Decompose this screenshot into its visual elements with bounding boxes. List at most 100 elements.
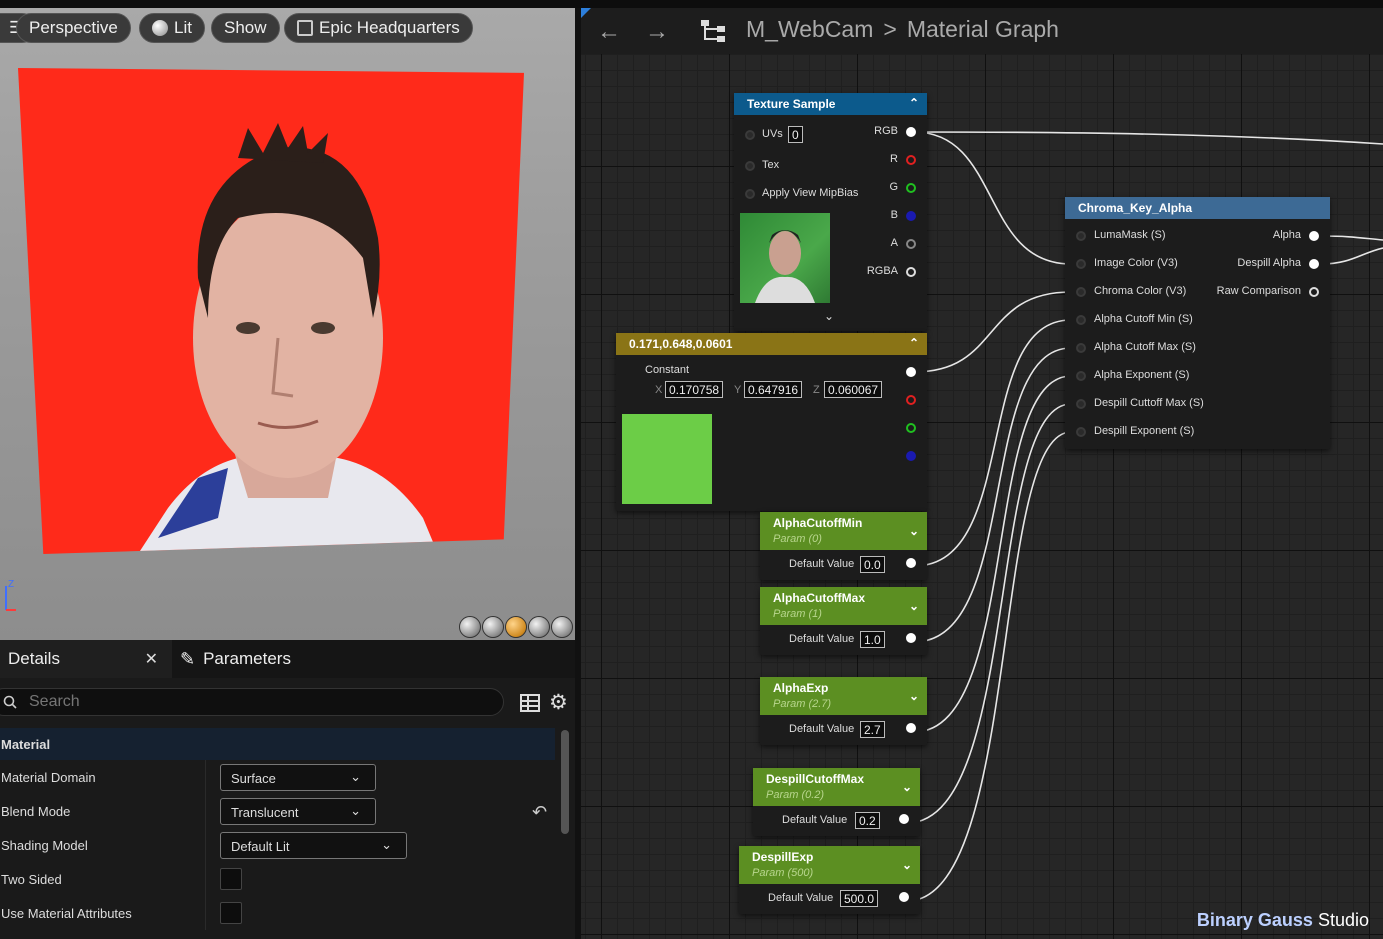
despill-exponent-input-pin[interactable] — [1076, 427, 1086, 437]
param-node-despillcutoffmax[interactable]: DespillCutoffMax Param (0.2) ⌄ Default Val… — [753, 768, 920, 836]
custom-mesh-preview-button[interactable] — [551, 616, 573, 638]
lit-button[interactable]: Lit — [139, 13, 205, 43]
image-color-input-pin[interactable] — [1076, 259, 1086, 269]
param-output-pin[interactable] — [899, 814, 909, 824]
preview-scene-button[interactable]: Epic Headquarters — [284, 13, 473, 43]
use-material-attributes-checkbox[interactable] — [220, 902, 242, 924]
tex-pin[interactable] — [745, 161, 755, 171]
param-output-pin[interactable] — [906, 633, 916, 643]
default-value-field[interactable]: 0.0 — [860, 556, 885, 573]
constant-y-field[interactable]: 0.647916 — [744, 381, 803, 398]
preview-viewport[interactable]: ☰ Perspective Lit Show Epic Headquarters… — [0, 8, 575, 640]
param-node-alphaexp[interactable]: AlphaExp Param (2.7) ⌄ Default Value 2.7 — [760, 677, 927, 745]
chroma-key-alpha-node[interactable]: Chroma_Key_Alpha LumaMask (S) Image Colo… — [1065, 197, 1330, 449]
property-two-sided: Two Sided — [0, 862, 555, 896]
param-output-pin[interactable] — [899, 892, 909, 902]
default-value-field[interactable]: 500.0 — [840, 890, 879, 907]
param-output-pin[interactable] — [906, 558, 916, 568]
r-output-pin[interactable] — [906, 395, 916, 405]
chevron-down-icon[interactable]: ⌄ — [909, 524, 919, 538]
gear-icon[interactable]: ⚙ — [549, 692, 571, 714]
shading-model-dropdown[interactable]: Default Lit ⌄ — [220, 832, 407, 859]
despill-alpha-output-pin[interactable] — [1309, 259, 1319, 269]
chevron-down-icon: ⌄ — [350, 769, 361, 784]
breadcrumb-material[interactable]: M_WebCam — [746, 16, 873, 43]
rgba-output-pin[interactable] — [906, 267, 916, 277]
param-node-despillexp[interactable]: DespillExp Param (500) ⌄ Default Value 500.… — [739, 846, 920, 914]
despill-cutoff-max-input-pin[interactable] — [1076, 399, 1086, 409]
property-shading-model: Shading Model Default Lit ⌄ — [0, 828, 555, 862]
constant-x-field[interactable]: 0.170758 — [665, 381, 724, 398]
plane-preview-button[interactable] — [505, 616, 527, 638]
cylinder-preview-button[interactable] — [459, 616, 481, 638]
constant-output-pin[interactable] — [906, 367, 916, 377]
chevron-down-icon: ⌄ — [350, 803, 361, 818]
rgb-output-pin[interactable] — [906, 127, 916, 137]
chevron-down-icon[interactable]: ⌄ — [909, 689, 919, 703]
sphere-icon — [152, 20, 168, 36]
collapse-icon[interactable]: ⌃ — [909, 336, 919, 350]
b-output-pin[interactable] — [906, 211, 916, 221]
chevron-down-icon[interactable]: ⌄ — [902, 780, 912, 794]
constant-z-field[interactable]: 0.060067 — [824, 381, 883, 398]
details-scrollbar[interactable] — [561, 730, 569, 834]
r-output-pin[interactable] — [906, 155, 916, 165]
back-arrow-icon[interactable]: ← — [597, 18, 621, 46]
color-swatch — [622, 414, 712, 504]
table-view-icon[interactable] — [519, 692, 541, 714]
graph-breadcrumb-bar: ← → M_WebCam > Material Graph — [581, 8, 1383, 54]
texture-preview-thumbnail — [740, 213, 830, 303]
chevron-down-icon[interactable]: ⌄ — [909, 599, 919, 613]
chevron-down-icon[interactable]: ⌄ — [902, 858, 912, 872]
a-output-pin[interactable] — [906, 239, 916, 249]
param-output-pin[interactable] — [906, 723, 916, 733]
forward-arrow-icon[interactable]: → — [645, 18, 669, 46]
chroma-color-input-pin[interactable] — [1076, 287, 1086, 297]
breadcrumb-graph[interactable]: Material Graph — [907, 16, 1059, 43]
perspective-button[interactable]: Perspective — [16, 13, 131, 43]
raw-comparison-output-pin[interactable] — [1309, 287, 1319, 297]
uvs-pin[interactable] — [745, 130, 755, 140]
pencil-icon: ✎ — [180, 648, 196, 669]
lumamask-input-pin[interactable] — [1076, 231, 1086, 241]
uvs-value-field[interactable]: 0 — [788, 126, 803, 143]
param-node-alphacutoffmax[interactable]: AlphaCutoffMax Param (1) ⌄ Default Value 1.… — [760, 587, 927, 655]
texture-sample-node[interactable]: Texture Sample ⌃ UVs 0 Tex Apply View Mi… — [734, 93, 927, 331]
apply-view-mipbias-pin[interactable] — [745, 189, 755, 199]
blend-mode-dropdown[interactable]: Translucent ⌄ — [220, 798, 376, 825]
alpha-exponent-input-pin[interactable] — [1076, 371, 1086, 381]
default-value-field[interactable]: 0.2 — [855, 812, 880, 829]
section-header-material[interactable]: Material — [0, 728, 555, 760]
image-icon — [297, 20, 313, 36]
material-graph-canvas[interactable]: Texture Sample ⌃ UVs 0 Tex Apply View Mi… — [581, 8, 1383, 939]
alpha-cutoff-max-input-pin[interactable] — [1076, 343, 1086, 353]
search-icon — [3, 695, 17, 709]
details-panel: Details ✕ ✎ Parameters ⚙ Material Materi… — [0, 640, 575, 939]
b-output-pin[interactable] — [906, 451, 916, 461]
tab-parameters[interactable]: ✎ Parameters — [172, 640, 299, 678]
g-output-pin[interactable] — [906, 183, 916, 193]
alpha-output-pin[interactable] — [1309, 231, 1319, 241]
show-button[interactable]: Show — [211, 13, 280, 43]
collapse-icon[interactable]: ⌃ — [909, 96, 919, 110]
details-tab-bar: Details ✕ ✎ Parameters — [0, 640, 575, 678]
sphere-preview-button[interactable] — [482, 616, 504, 638]
axis-gizmo-icon: Z — [5, 579, 16, 611]
window-top-strip — [0, 0, 1383, 8]
alpha-cutoff-min-input-pin[interactable] — [1076, 315, 1086, 325]
tab-details[interactable]: Details ✕ — [0, 640, 172, 678]
search-input[interactable] — [29, 693, 429, 711]
reset-to-default-icon[interactable]: ↶ — [532, 802, 547, 823]
default-value-field[interactable]: 2.7 — [860, 721, 885, 738]
material-domain-dropdown[interactable]: Surface ⌄ — [220, 764, 376, 791]
cube-preview-button[interactable] — [528, 616, 550, 638]
param-node-alphacutoffmin[interactable]: AlphaCutoffMin Param (0) ⌄ Default Value 0.… — [760, 512, 927, 580]
expand-icon[interactable]: ⌄ — [824, 309, 834, 323]
webcam-video-plane — [18, 68, 524, 554]
hierarchy-icon[interactable] — [699, 18, 727, 44]
constant3vector-node[interactable]: 0.171,0.648,0.0601 ⌃ Constant X 0.170758… — [616, 333, 927, 511]
default-value-field[interactable]: 1.0 — [860, 631, 885, 648]
two-sided-checkbox[interactable] — [220, 868, 242, 890]
g-output-pin[interactable] — [906, 423, 916, 433]
close-icon[interactable]: ✕ — [145, 649, 158, 669]
